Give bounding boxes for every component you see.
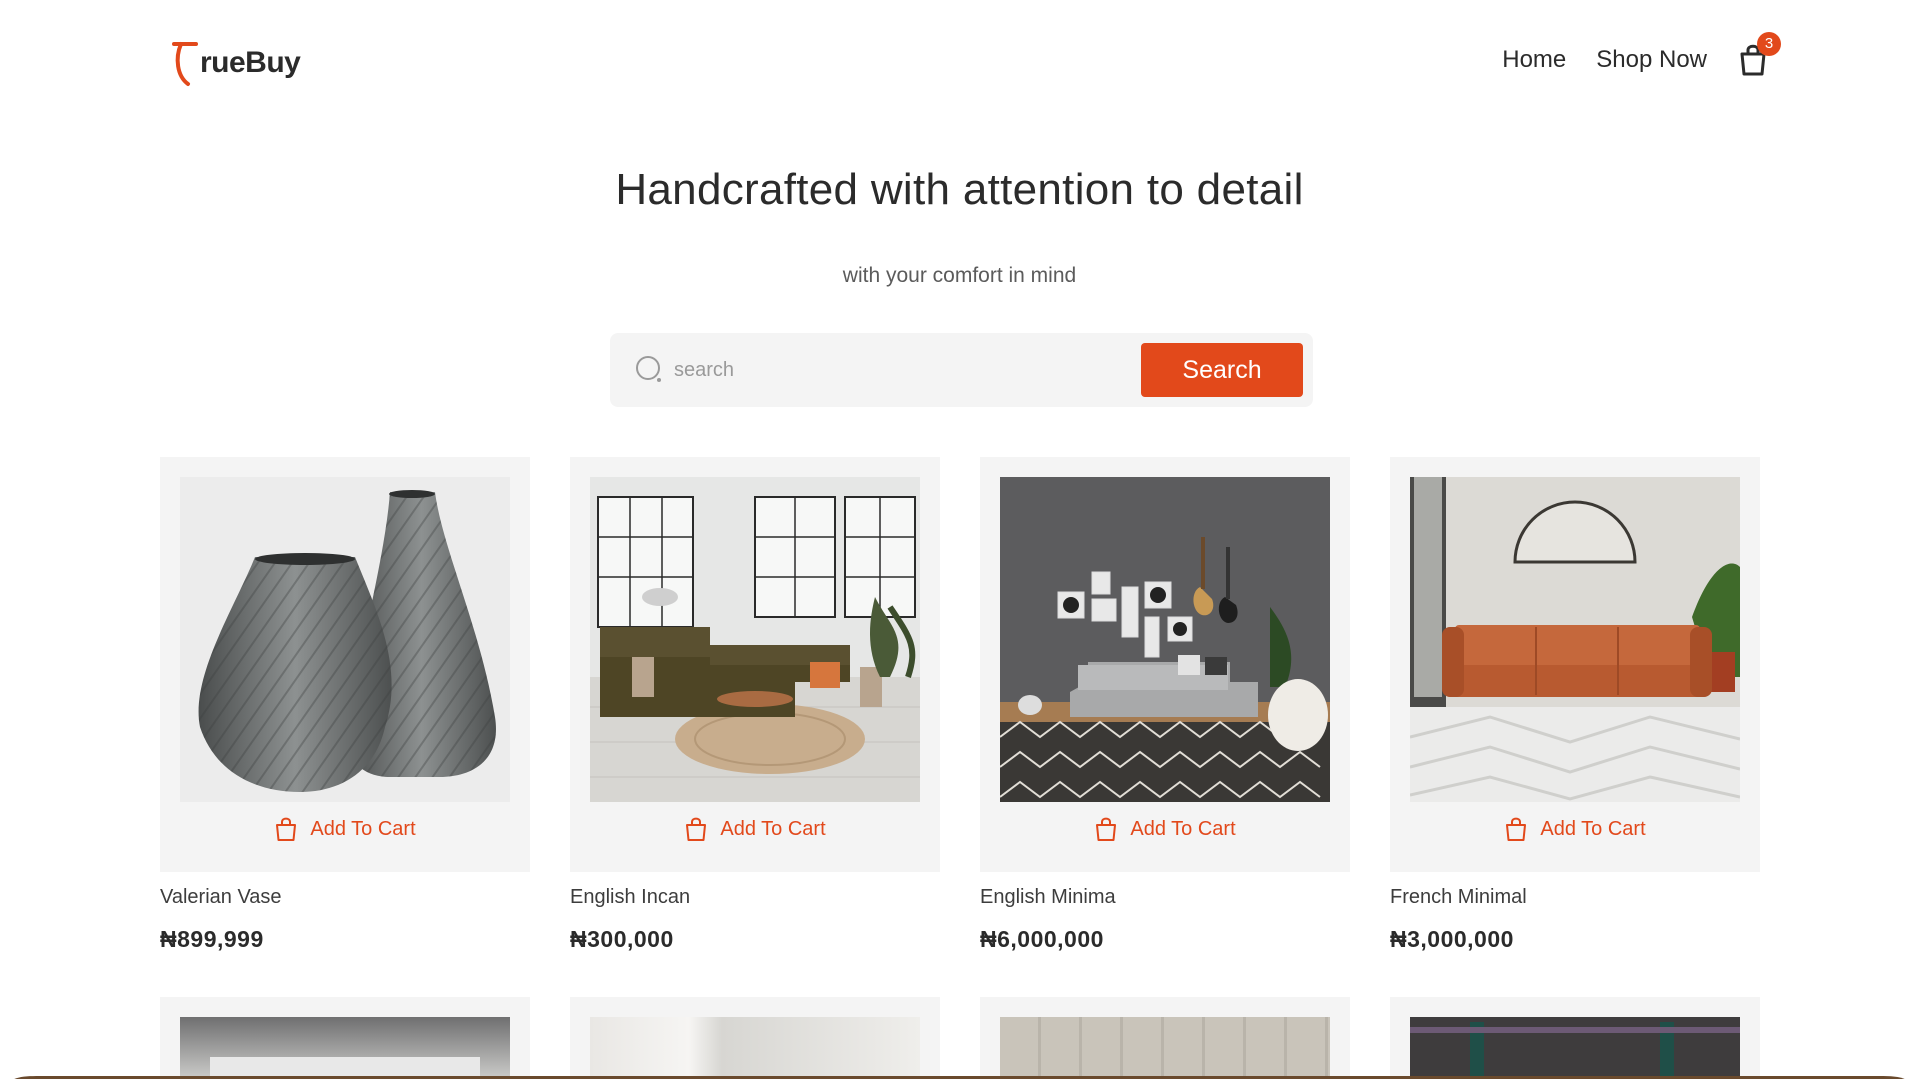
brand-logo[interactable]: rueBuy [172,38,301,88]
product-card-box: Add To Cart [570,457,940,872]
product-image[interactable] [180,477,510,802]
product-image[interactable] [590,1017,920,1077]
search-button[interactable]: Search [1141,343,1303,397]
main-nav: Home Shop Now 3 [1502,32,1781,78]
shopping-bag-icon [1096,817,1117,841]
add-to-cart-label: Add To Cart [1540,817,1646,840]
product-name[interactable]: French Minimal [1390,886,1760,914]
logo-text: rueBuy [200,46,301,79]
product-image[interactable] [1000,1017,1330,1077]
product-card[interactable]: Add To Cart French Minimal ₦3,000,000 [1390,457,1760,953]
add-to-cart-label: Add To Cart [310,817,416,840]
site-header: rueBuy Home Shop Now 3 [0,0,1919,130]
product-price: ₦6,000,000 [980,926,1104,952]
add-to-cart-label: Add To Cart [1130,817,1236,840]
search-input[interactable] [674,350,1134,390]
product-card[interactable] [570,997,940,1077]
add-to-cart-label: Add To Cart [720,817,826,840]
product-card-box [980,997,1350,1077]
product-card-box: Add To Cart [1390,457,1760,872]
hero-subtitle: with your comfort in mind [842,264,1077,287]
product-image[interactable] [1410,477,1740,802]
product-card-box [1390,997,1760,1077]
product-card-box: Add To Cart [160,457,530,872]
cart-count-badge: 3 [1757,32,1781,56]
shopping-bag-icon [686,817,707,841]
bottom-sheet-edge [14,1076,1905,1079]
product-price: ₦3,000,000 [1390,926,1514,952]
product-card-box: Add To Cart [980,457,1350,872]
product-name[interactable]: English Minima [980,886,1350,914]
shopping-bag-icon [1506,817,1527,841]
add-to-cart-button[interactable]: Add To Cart [160,814,530,844]
product-price: ₦300,000 [570,926,674,952]
product-image[interactable] [1000,477,1330,802]
product-image[interactable] [590,477,920,802]
product-card-box [570,997,940,1077]
hero-title: Handcrafted with attention to detail [615,165,1304,214]
add-to-cart-button[interactable]: Add To Cart [570,814,940,844]
add-to-cart-button[interactable]: Add To Cart [1390,814,1760,844]
orange-sofa-image [1410,477,1740,802]
add-to-cart-button[interactable]: Add To Cart [980,814,1350,844]
vase-image [198,490,496,792]
product-price: ₦899,999 [160,926,264,952]
shopping-bag-icon [276,817,297,841]
product-card[interactable]: Add To Cart English Incan ₦300,000 [570,457,940,953]
nav-home-link[interactable]: Home [1502,46,1566,74]
product-image[interactable] [180,1017,510,1077]
sofa-living-room-image [590,477,920,802]
product-name[interactable]: Valerian Vase [160,886,530,914]
product-card[interactable] [1390,997,1760,1077]
search-icon [636,356,661,382]
product-card[interactable] [980,997,1350,1077]
product-card[interactable]: Add To Cart English Minima ₦6,000,000 [980,457,1350,953]
search-bar: Search [610,333,1313,407]
nav-shop-now-link[interactable]: Shop Now [1596,46,1707,74]
cart-button[interactable]: 3 [1737,32,1781,78]
logo-t-mark [172,42,198,86]
product-image[interactable] [1410,1017,1740,1077]
product-card[interactable]: Add To Cart Valerian Vase ₦899,999 [160,457,530,953]
product-card-box [160,997,530,1077]
grey-sofa-room-image [1000,477,1330,802]
product-name[interactable]: English Incan [570,886,940,914]
product-card[interactable] [160,997,530,1077]
